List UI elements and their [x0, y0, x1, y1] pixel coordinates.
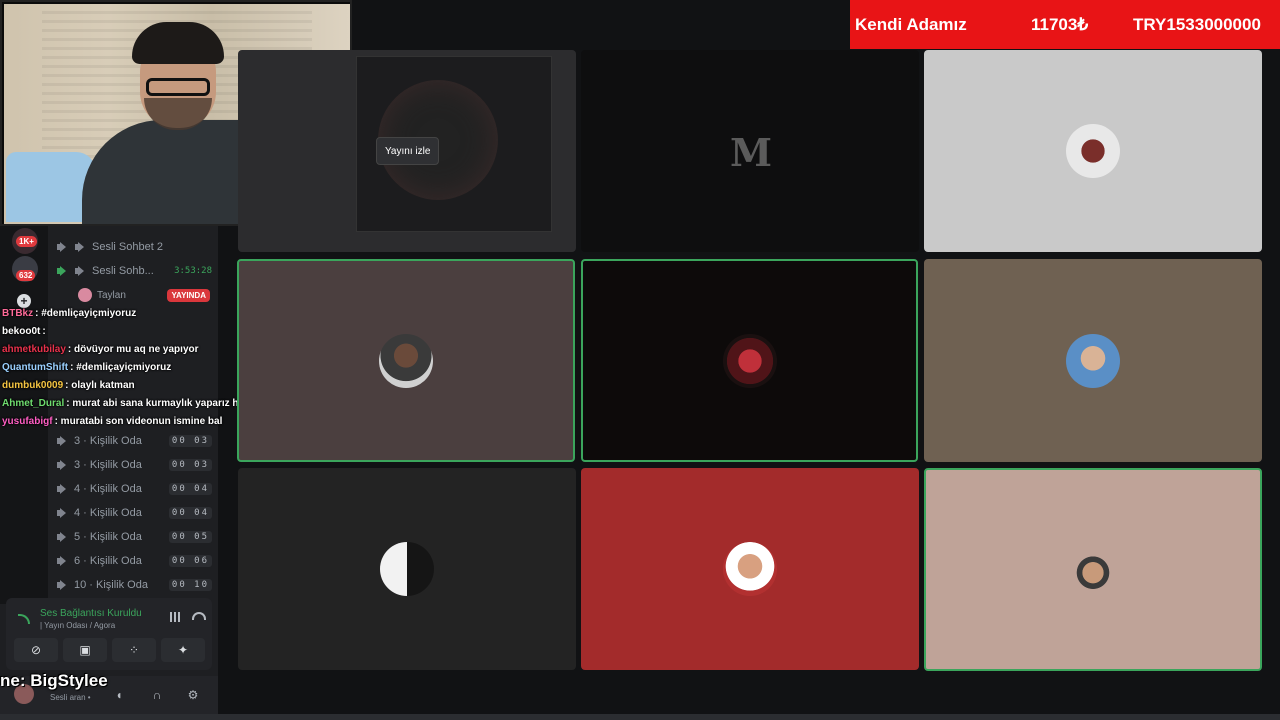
channel-count: 00 03 [168, 435, 212, 447]
avatar [379, 333, 433, 388]
chat-username: Ahmet_Dural [2, 397, 65, 409]
speaker-icon [56, 555, 68, 567]
chat-text: : olaylı katman [65, 379, 135, 391]
activities-button[interactable]: ⁘ [112, 638, 156, 662]
user-status: Sesli aran • [50, 693, 91, 702]
donation-alert-bar: Kendi Adamız 11703₺ TRY1533000000 [850, 0, 1280, 49]
speaker-icon [56, 507, 68, 519]
m-logo: M [729, 130, 772, 175]
volume-icon [74, 265, 86, 277]
chat-username: ahmetkubilay [2, 343, 66, 355]
server-badge-1: 1K+ [16, 236, 37, 247]
participant-tile-speaking[interactable] [237, 259, 575, 462]
voice-channel[interactable]: 4 · Kişilik Oda 00 04 [56, 503, 212, 523]
chat-text: : #demliçayiçmiyoruz [35, 307, 137, 319]
participant-tile[interactable]: M [581, 50, 919, 252]
voice-channel[interactable]: 3 · Kişilik Oda 00 03 [56, 431, 212, 451]
chat-username: QuantumShift [2, 361, 69, 373]
headphones-icon[interactable]: ∩ [150, 688, 164, 702]
voice-channel[interactable]: 10 · Kişilik Oda 00 10 [56, 575, 212, 595]
speaker-icon [56, 531, 68, 543]
avatar [78, 288, 92, 302]
avatar [380, 542, 434, 596]
voice-channel-label: Sesli Sohb... [92, 265, 154, 277]
voice-channel[interactable]: Sesli Sohb... 3:53:28 [56, 261, 212, 281]
donation-goal: TRY1533000000 [1133, 15, 1261, 34]
chat-username: BTBkz [2, 307, 34, 319]
participant-tile[interactable] [924, 50, 1262, 252]
voice-channel-path: | Yayın Odası / Agora [40, 621, 116, 630]
voice-channel[interactable]: 3 · Kişilik Oda 00 03 [56, 455, 212, 475]
chat-username: yusufabigf [2, 415, 53, 427]
signal-icon [18, 614, 30, 624]
chat-text: : [42, 325, 46, 337]
donor-name: Kendi Adamız [855, 15, 967, 34]
live-badge: YAYINDA [167, 288, 210, 302]
watch-stream-button[interactable]: Yayını izle [376, 137, 440, 165]
stream-username-overlay: ne: BigStylee [0, 671, 108, 690]
avatar [1066, 333, 1120, 388]
voice-channel-label: 10 · Kişilik Oda [74, 579, 148, 591]
volume-icon [74, 241, 86, 253]
channel-count: 00 04 [168, 483, 212, 495]
channel-count: 00 04 [168, 507, 212, 519]
chat-text: : dövüyor mu aq ne yapıyor [67, 343, 199, 355]
channel-timer: 3:53:28 [174, 266, 212, 276]
chat-username: bekoo0t [2, 325, 41, 337]
speaker-icon [56, 579, 68, 591]
avatar [1066, 124, 1120, 178]
voice-channel[interactable]: 5 · Kişilik Oda 00 05 [56, 527, 212, 547]
voice-channel[interactable]: Sesli Sohbet 2 [56, 237, 212, 257]
chat-username: dumbuk0009 [2, 379, 64, 391]
screen-share-button[interactable]: ▣ [63, 638, 107, 662]
settings-gear-icon[interactable]: ⚙ [186, 688, 200, 702]
noise-suppression-icon[interactable] [170, 612, 182, 622]
soundboard-button[interactable]: ✦ [161, 638, 205, 662]
stream-preview-tile[interactable]: Yayını izle [238, 50, 576, 252]
participant-tile-speaking[interactable] [581, 259, 918, 462]
speaker-icon [56, 265, 68, 277]
camera-off-button[interactable]: ⊘ [14, 638, 58, 662]
channel-count: 00 05 [168, 531, 212, 543]
speaker-icon [56, 483, 68, 495]
disconnect-icon[interactable] [192, 612, 206, 620]
chat-text: : #demliçayiçmiyoruz [70, 361, 172, 373]
webcam-person-glasses [146, 78, 210, 96]
channel-count: 00 06 [168, 555, 212, 567]
donation-amount: 11703₺ [1031, 15, 1089, 34]
voice-channel[interactable]: 6 · Kişilik Oda 00 06 [56, 551, 212, 571]
channel-user-name: Taylan [97, 289, 126, 301]
participant-tile[interactable] [238, 468, 576, 670]
stage: 1K+ 632 + Sesli Sohbet 2 Sesli Sohb... 3… [0, 0, 1280, 720]
voice-status[interactable]: Ses Bağlantısı Kuruldu [40, 608, 142, 619]
voice-channel-label: 4 · Kişilik Oda [74, 483, 142, 495]
participant-tile[interactable] [924, 259, 1262, 462]
microphone-icon[interactable]: ◖ [112, 688, 126, 702]
channel-user-row[interactable]: Taylan YAYINDA [78, 287, 210, 303]
voice-channel-label: 4 · Kişilik Oda [74, 507, 142, 519]
voice-channel-label: Sesli Sohbet 2 [92, 241, 163, 253]
voice-channel-label: 3 · Kişilik Oda [74, 435, 142, 447]
voice-channel[interactable]: 4 · Kişilik Oda 00 04 [56, 479, 212, 499]
participant-tile-speaking[interactable] [924, 468, 1262, 671]
participant-tile[interactable] [581, 468, 919, 670]
webcam-person-hair [132, 22, 224, 64]
avatar [722, 333, 777, 388]
speaker-icon [56, 435, 68, 447]
bottom-edge [0, 714, 1280, 720]
voice-channel-label: 6 · Kişilik Oda [74, 555, 142, 567]
server-badge-2: 632 [16, 270, 36, 281]
voice-channel-label: 5 · Kişilik Oda [74, 531, 142, 543]
channel-count: 00 10 [168, 579, 212, 591]
chat-text: : muratabi son videonun ismine bal [54, 415, 223, 427]
speaker-icon [56, 241, 68, 253]
avatar [723, 542, 777, 596]
speaker-icon [56, 459, 68, 471]
voice-channel-label: 3 · Kişilik Oda [74, 459, 142, 471]
voice-connection-panel: Ses Bağlantısı Kuruldu | Yayın Odası / A… [6, 598, 212, 670]
channel-count: 00 03 [168, 459, 212, 471]
avatar [1066, 542, 1120, 597]
